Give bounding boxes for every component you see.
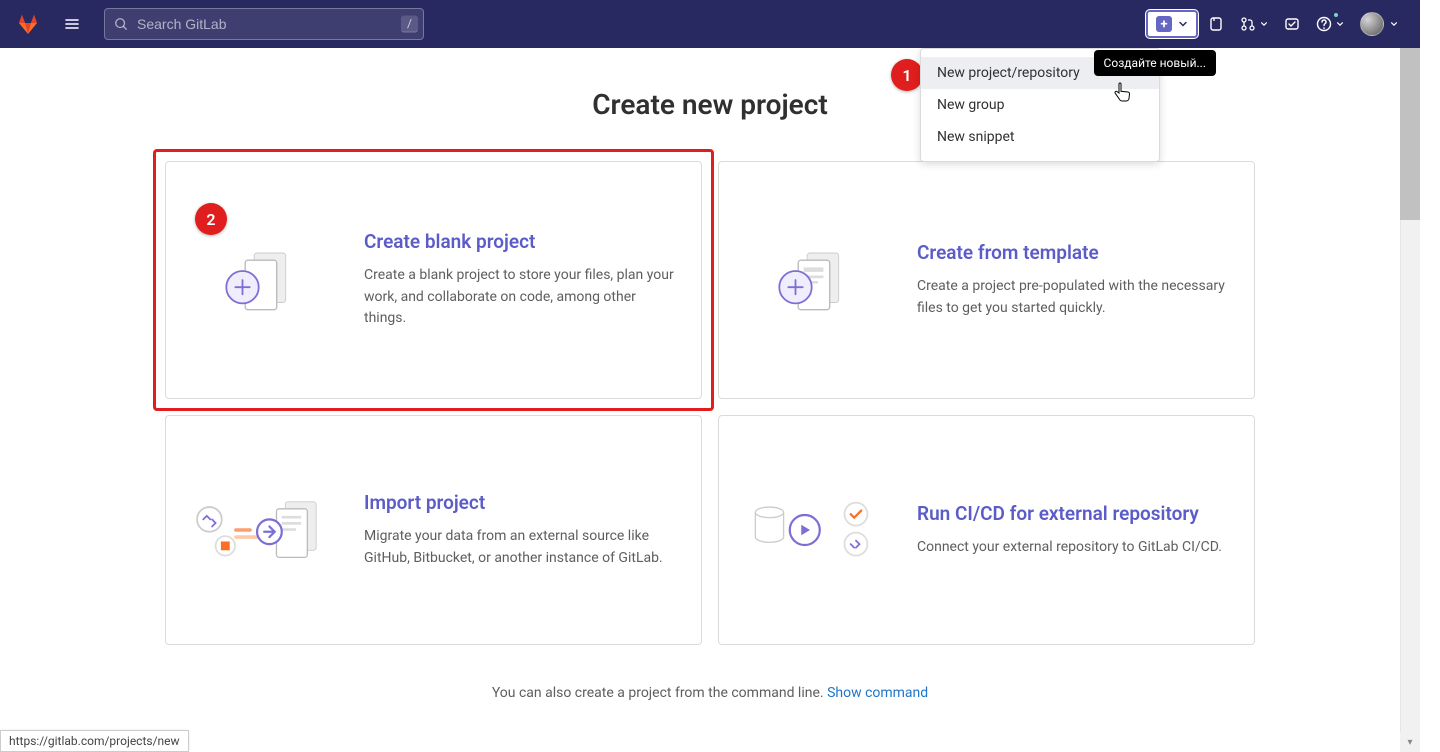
card-description: Migrate your data from an external sourc…	[364, 526, 677, 569]
avatar	[1360, 12, 1384, 36]
card-run-cicd-external[interactable]: Run CI/CD for external repository Connec…	[718, 415, 1255, 645]
annotation-badge-1: 1	[891, 59, 923, 91]
user-menu[interactable]	[1354, 10, 1404, 38]
annotation-badge-2: 2	[195, 203, 227, 235]
scrollbar-thumb[interactable]	[1400, 20, 1420, 220]
card-title: Create blank project	[364, 230, 677, 253]
status-bar-url: https://gitlab.com/projects/new	[0, 730, 189, 752]
card-wrap-cicd: Run CI/CD for external repository Connec…	[718, 415, 1255, 645]
search-kbd-hint: /	[401, 16, 418, 33]
card-wrap-import: Import project Migrate your data from an…	[165, 415, 702, 645]
card-description: Create a blank project to store your fil…	[364, 265, 677, 330]
card-content: Import project Migrate your data from an…	[364, 491, 677, 569]
scrollbar-down-arrow[interactable]: ▾	[1400, 732, 1420, 752]
header-bar: / +	[0, 0, 1420, 48]
main-content: Create new project 2 Cr	[0, 48, 1420, 701]
chevron-down-icon	[1390, 20, 1398, 28]
chevron-down-icon	[1336, 20, 1344, 28]
dropdown-item-new-group[interactable]: New group	[921, 89, 1159, 121]
import-icon	[190, 485, 340, 575]
search-container: /	[104, 8, 424, 40]
card-content: Create from template Create a project pr…	[917, 241, 1230, 319]
show-command-link[interactable]: Show command	[827, 685, 928, 701]
merge-requests-button[interactable]	[1234, 10, 1274, 38]
hamburger-menu-icon[interactable]	[56, 8, 88, 40]
card-wrap-blank: 2 Create blank project Create a blank pr…	[165, 161, 702, 399]
blank-project-icon	[190, 235, 340, 325]
plus-icon: +	[1156, 16, 1172, 32]
notification-dot-icon	[1332, 11, 1340, 19]
chevron-down-icon	[1260, 20, 1268, 28]
gitlab-logo-icon[interactable]	[16, 12, 40, 36]
scrollbar[interactable]: ▴ ▾	[1400, 0, 1420, 752]
footer-text: You can also create a project from the c…	[0, 685, 1420, 701]
tooltip: Создайте новый...	[1094, 50, 1216, 76]
card-title: Run CI/CD for external repository	[917, 502, 1222, 525]
search-input[interactable]	[104, 8, 424, 40]
todos-button[interactable]	[1278, 10, 1306, 38]
card-wrap-template: Create from template Create a project pr…	[718, 161, 1255, 399]
card-description: Connect your external repository to GitL…	[917, 537, 1222, 559]
header-right: +	[1146, 10, 1404, 38]
search-icon	[114, 17, 128, 31]
card-content: Create blank project Create a blank proj…	[364, 230, 677, 330]
footer-text-label: You can also create a project from the c…	[492, 685, 827, 701]
card-title: Import project	[364, 491, 677, 514]
page-title: Create new project	[0, 88, 1420, 121]
help-button[interactable]	[1310, 10, 1350, 38]
card-create-from-template[interactable]: Create from template Create a project pr…	[718, 161, 1255, 399]
chevron-down-icon	[1178, 19, 1188, 29]
card-content: Run CI/CD for external repository Connec…	[917, 502, 1222, 559]
cicd-icon	[743, 485, 893, 575]
card-title: Create from template	[917, 241, 1230, 264]
new-dropdown-button[interactable]: +	[1146, 10, 1198, 38]
dropdown-item-new-snippet[interactable]: New snippet	[921, 121, 1159, 153]
card-create-blank-project[interactable]: Create blank project Create a blank proj…	[165, 161, 702, 399]
template-icon	[743, 235, 893, 325]
card-description: Create a project pre-populated with the …	[917, 276, 1230, 319]
card-import-project[interactable]: Import project Migrate your data from an…	[165, 415, 702, 645]
issues-button[interactable]	[1202, 10, 1230, 38]
